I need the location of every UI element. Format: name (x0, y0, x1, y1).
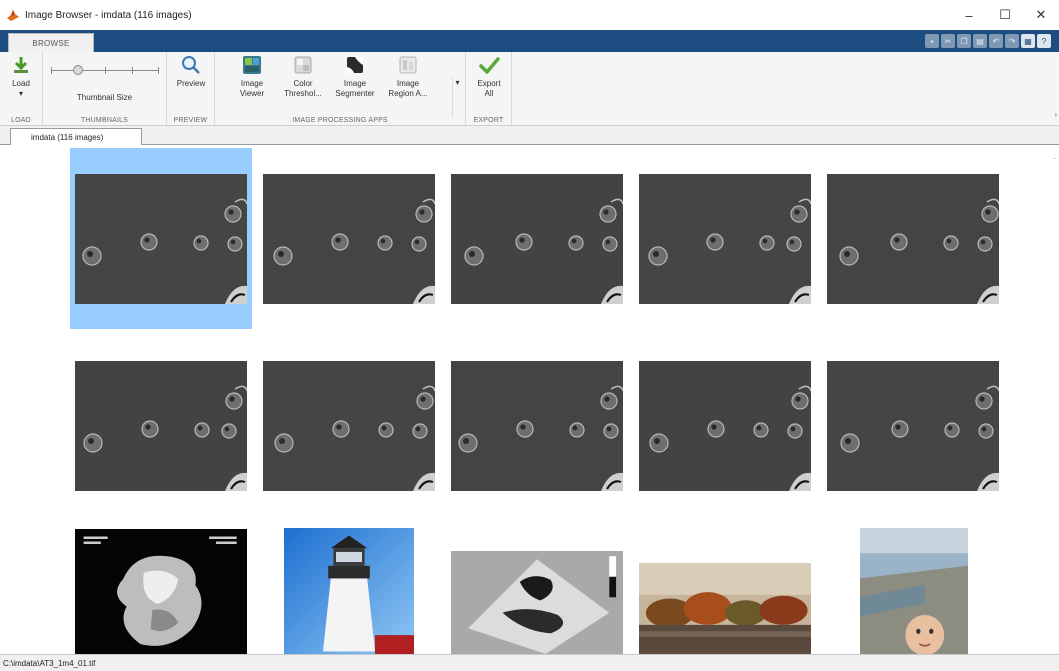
thumbnail-image (827, 174, 999, 304)
image-thumbnail[interactable] (284, 528, 414, 654)
export-all-button[interactable]: Export All (470, 54, 508, 99)
thumbnail-image (284, 528, 414, 654)
redo-icon[interactable]: ↷ (1005, 34, 1019, 48)
group-label-export: EXPORT (473, 117, 504, 124)
image-thumbnail[interactable] (827, 174, 999, 304)
layout-icon[interactable]: ▦ (1021, 34, 1035, 48)
magnifier-icon (182, 56, 200, 74)
image-thumbnail[interactable] (75, 361, 247, 491)
group-label-apps: IMAGE PROCESSING APPS (292, 117, 388, 124)
group-export: Export All EXPORT (466, 52, 512, 126)
group-label-thumbnails: THUMBNAILS (80, 117, 129, 124)
image-thumbnail[interactable] (451, 551, 623, 654)
status-file-path: C:\imdata\AT3_1m4_01.tif (3, 658, 96, 668)
tab-browse[interactable]: BROWSE (8, 33, 94, 52)
thumbnail-image (639, 563, 811, 654)
image-region-analyzer-button[interactable]: Image Region A... (385, 54, 431, 99)
load-arrow-icon (14, 57, 28, 73)
scroll-indicator[interactable]: · (1053, 153, 1056, 163)
document-tab-imdata[interactable]: imdata (116 images) (10, 128, 142, 145)
load-menu-arrow[interactable]: ▾ (19, 89, 23, 99)
help-icon[interactable]: ? (1037, 34, 1051, 48)
thumbnail-image (451, 361, 623, 491)
group-preview: Preview PREVIEW (167, 52, 215, 126)
ribbon-collapse-handle[interactable]: › (1054, 110, 1057, 119)
color-thresholder-button[interactable]: Color Threshol... (281, 54, 325, 99)
group-apps: Image Viewer Color Threshol... Image Seg… (215, 52, 466, 126)
matlab-logo-icon (7, 10, 19, 21)
cut-icon[interactable]: ✂ (941, 34, 955, 48)
image-viewer-button[interactable]: Image Viewer (231, 54, 273, 99)
thumbnail-image (75, 174, 247, 304)
image-segmenter-button[interactable]: Image Segmenter (333, 54, 377, 99)
thumbnail-size-label: Thumbnail Size (76, 93, 133, 102)
thumbnail-image (75, 361, 247, 491)
quick-access-toolbar: ▪ ✂ ❐ ▤ ↶ ↷ ▦ ? (925, 34, 1051, 48)
thumbnail-image (263, 174, 435, 304)
thumbnail-image (451, 174, 623, 304)
image-thumbnail[interactable] (639, 563, 811, 654)
image-segmenter-icon (347, 57, 363, 73)
load-label: Load (12, 79, 30, 88)
image-viewer-icon (243, 56, 261, 74)
image-thumbnail[interactable] (451, 361, 623, 491)
maximize-button[interactable]: ☐ (987, 0, 1023, 30)
image-thumbnail[interactable] (451, 174, 623, 304)
image-thumbnail[interactable] (75, 529, 247, 654)
image-thumbnail[interactable] (860, 528, 968, 654)
image-thumbnail[interactable] (263, 361, 435, 491)
status-bar: C:\imdata\AT3_1m4_01.tif (0, 654, 1059, 671)
image-region-analyzer-icon (399, 56, 417, 74)
group-label-load: LOAD (11, 117, 31, 124)
thumbnail-image (860, 528, 968, 654)
document-tab-bar: imdata (116 images) (0, 126, 1059, 145)
paste-icon[interactable]: ▤ (973, 34, 987, 48)
title-bar: Image Browser - imdata (116 images) – ☐ … (0, 0, 1059, 30)
load-button[interactable]: Load ▾ (4, 54, 38, 99)
ribbon: Load ▾ LOAD Thumbnail Size THUMBNAILS Pr… (0, 52, 1059, 126)
thumbnail-image (75, 529, 247, 654)
image-thumbnail[interactable] (827, 361, 999, 491)
group-thumbnails: Thumbnail Size THUMBNAILS (43, 52, 167, 126)
image-thumbnail[interactable] (263, 174, 435, 304)
thumbnail-image (451, 551, 623, 654)
group-label-preview: PREVIEW (173, 117, 208, 124)
checkmark-icon (479, 57, 500, 74)
preview-label: Preview (176, 79, 206, 88)
image-thumbnail[interactable] (75, 174, 247, 304)
preview-button[interactable]: Preview (171, 54, 211, 89)
thumbnail-image (639, 174, 811, 304)
thumbnail-size-slider[interactable] (51, 62, 159, 78)
thumbnail-image (263, 361, 435, 491)
slider-thumb[interactable] (72, 65, 83, 75)
ribbon-tab-strip: BROWSE ▪ ✂ ❐ ▤ ↶ ↷ ▦ ? (0, 30, 1059, 52)
window-title: Image Browser - imdata (116 images) (25, 9, 192, 21)
gallery-more-button[interactable]: ▾ (452, 78, 462, 118)
copy-icon[interactable]: ❐ (957, 34, 971, 48)
undo-icon[interactable]: ↶ (989, 34, 1003, 48)
thumbnail-gallery[interactable]: · (0, 145, 1059, 654)
group-load: Load ▾ LOAD (0, 52, 43, 126)
image-thumbnail[interactable] (639, 361, 811, 491)
image-thumbnail[interactable] (639, 174, 811, 304)
color-thresholder-icon (294, 56, 312, 74)
window-controls: – ☐ ✕ (951, 0, 1059, 30)
minimize-button[interactable]: – (951, 0, 987, 30)
thumbnail-image (827, 361, 999, 491)
save-icon[interactable]: ▪ (925, 34, 939, 48)
close-button[interactable]: ✕ (1023, 0, 1059, 30)
thumbnail-image (639, 361, 811, 491)
